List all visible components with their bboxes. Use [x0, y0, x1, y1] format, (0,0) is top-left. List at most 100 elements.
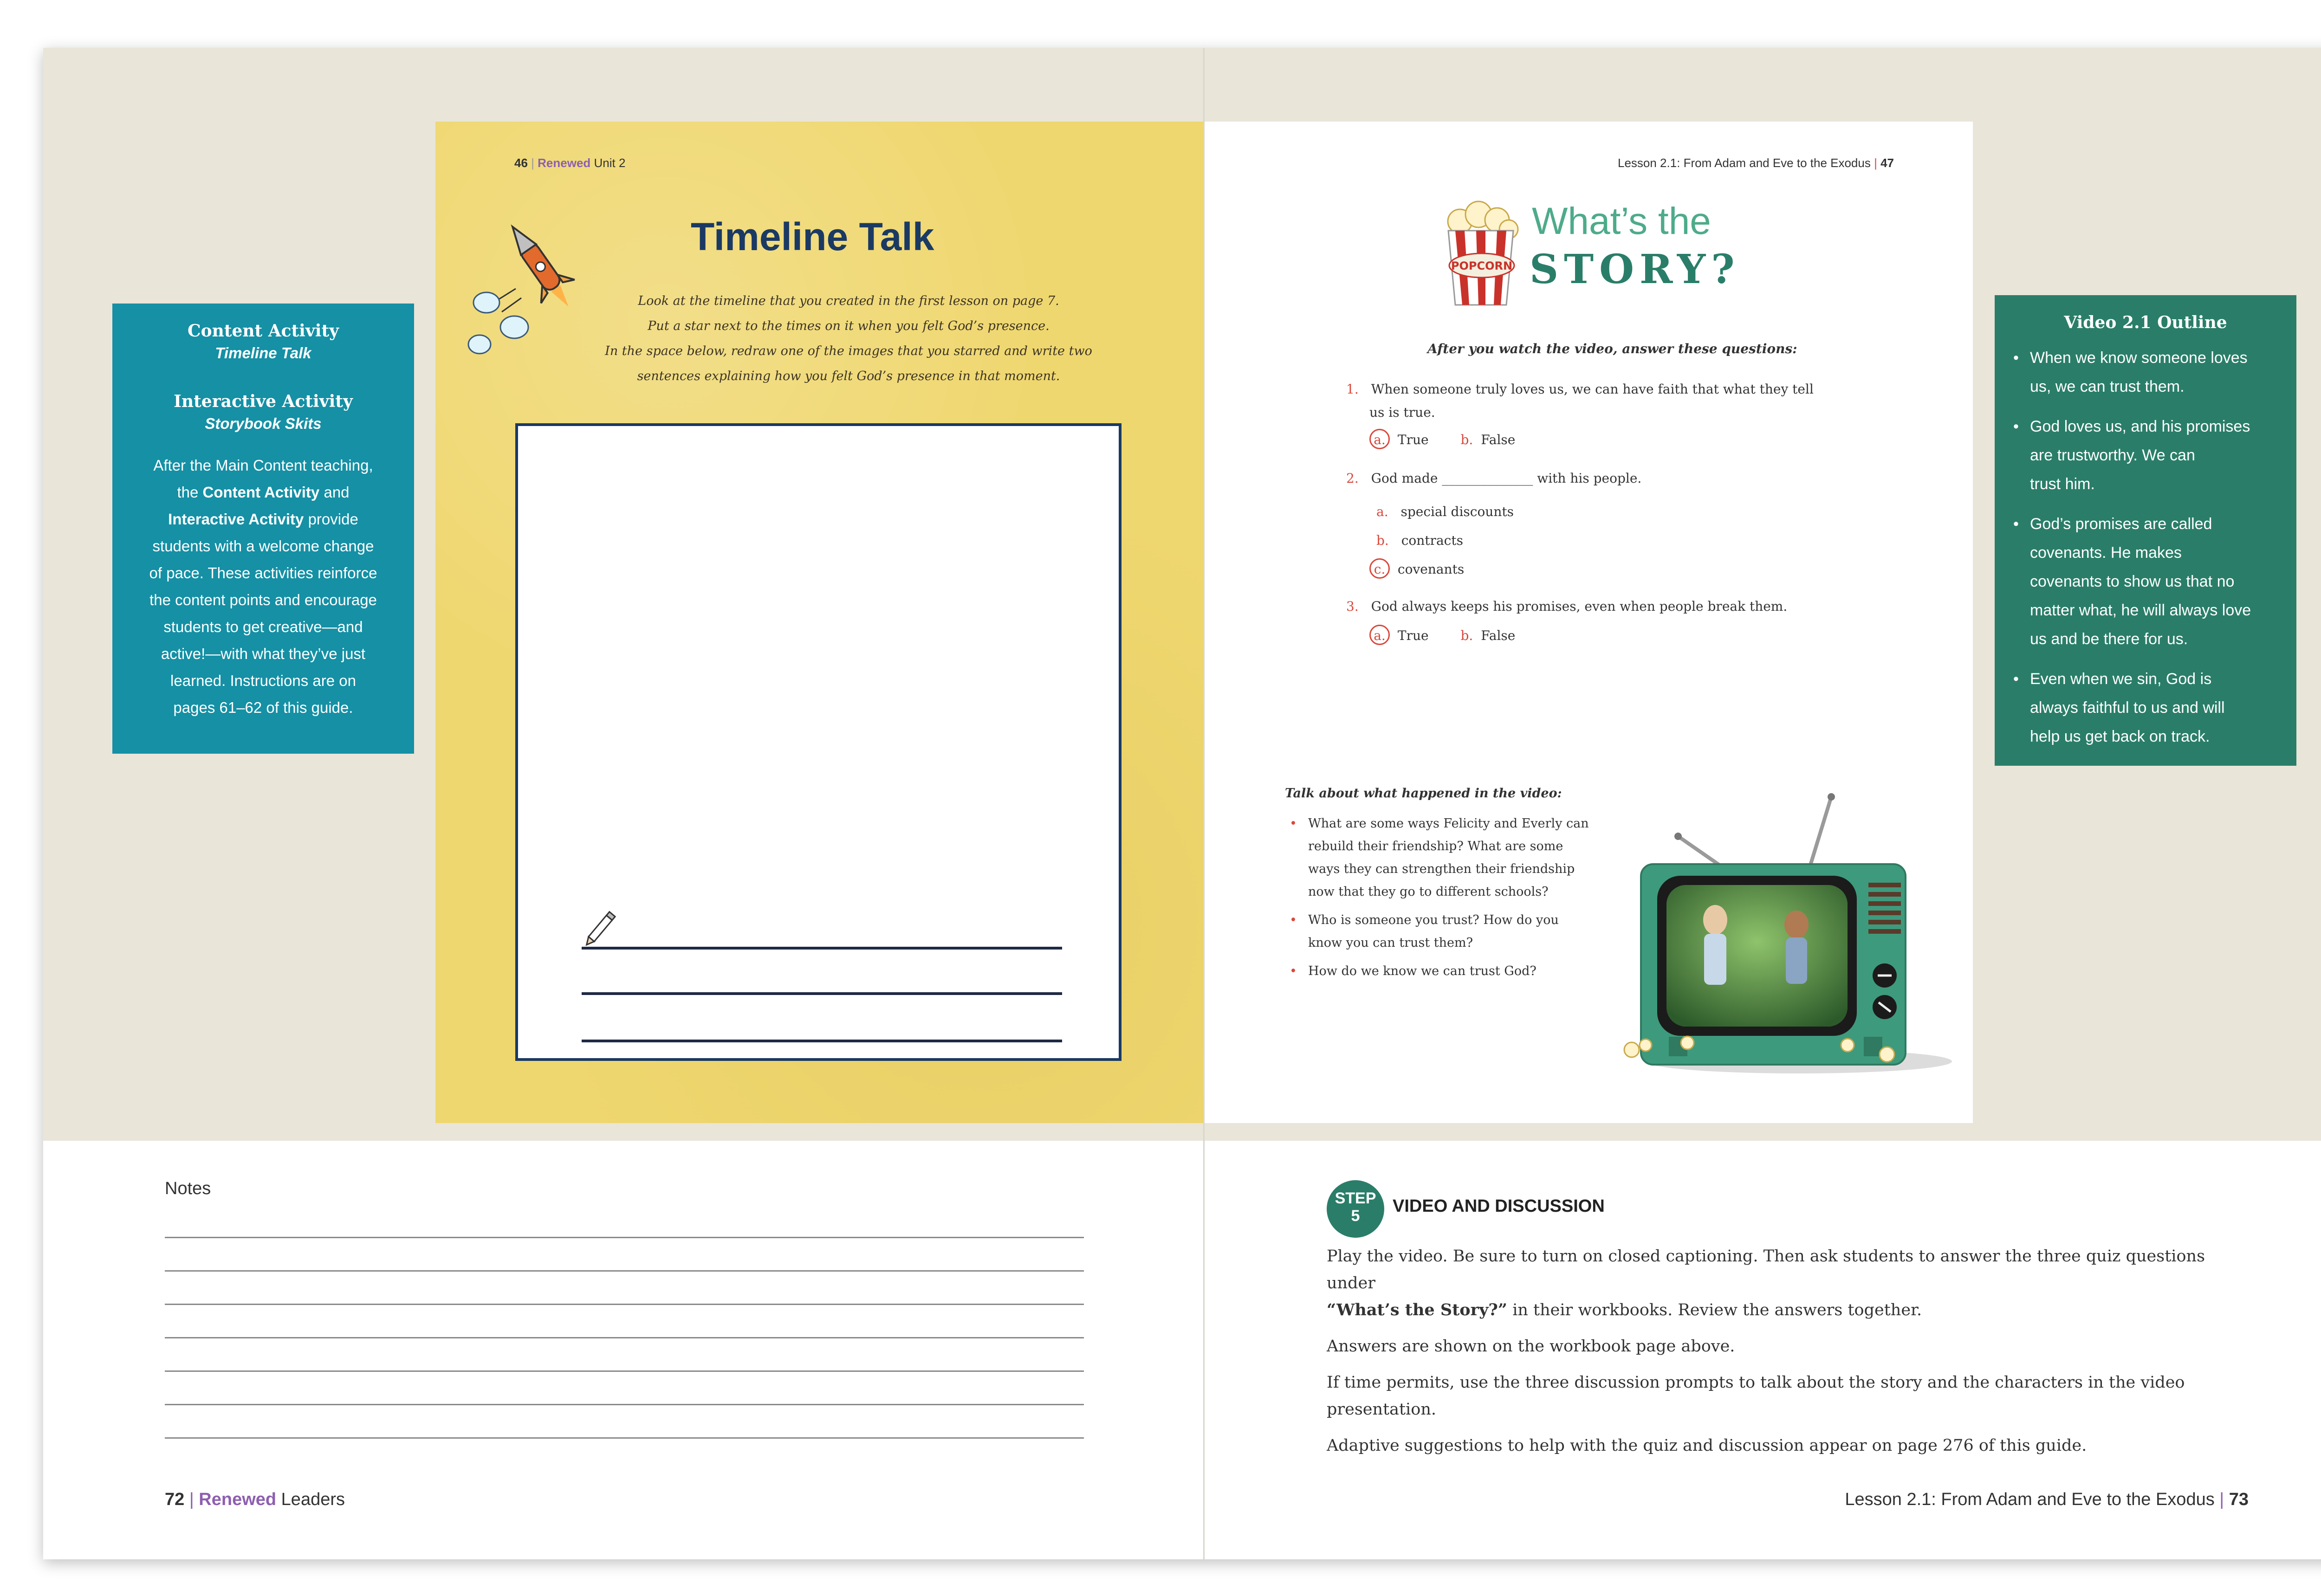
- body-line: students with a welcome change: [152, 537, 374, 555]
- question-text: When someone truly loves us, we can have…: [1371, 381, 1814, 397]
- workbook-page-46: 46 | Renewed Unit 2 Timeline Talk Look a…: [435, 122, 1203, 1123]
- option-label: False: [1481, 432, 1516, 447]
- notes-label: Notes: [165, 1179, 211, 1198]
- answer-circle[interactable]: a.: [1369, 429, 1390, 449]
- option-letter[interactable]: b.: [1460, 628, 1473, 643]
- outline-line: covenants to show us that no: [2030, 573, 2235, 590]
- outline-line: matter what, he will always love: [2030, 601, 2251, 619]
- step-paragraph: Answers are shown on the workbook page a…: [1327, 1337, 1735, 1356]
- footer-brand: Renewed: [199, 1490, 277, 1509]
- workbook-page-47: Lesson 2.1: From Adam and Eve to the Exo…: [1205, 122, 1973, 1123]
- notes-line[interactable]: [165, 1337, 1084, 1338]
- story-reference: “What’s the Story?”: [1327, 1300, 1508, 1319]
- footer-lesson: Lesson 2.1: From Adam and Eve to the Exo…: [1845, 1490, 2215, 1509]
- option-row[interactable]: c. covenants: [1369, 555, 1514, 584]
- option-label: True: [1397, 432, 1429, 447]
- answer-blank[interactable]: ______________: [1442, 471, 1533, 486]
- workbook-brand: Renewed: [538, 156, 591, 170]
- body-line: learned. Instructions are on: [170, 672, 356, 689]
- writing-line[interactable]: [582, 947, 1062, 950]
- notes-line[interactable]: [165, 1404, 1084, 1405]
- question-number: 3.: [1346, 599, 1359, 614]
- footer-page-number: 72: [165, 1490, 185, 1509]
- content-box-body: After the Main Content teaching, the Con…: [112, 452, 414, 721]
- interactive-activity-heading: Interactive Activity: [174, 392, 353, 411]
- talk-line: rebuild their friendship? What are some: [1308, 839, 1563, 853]
- outline-line: us, we can trust them.: [2030, 378, 2185, 395]
- outline-line: Even when we sin, God is: [2030, 670, 2212, 688]
- quiz-question-3: 3. God always keeps his promises, even w…: [1346, 599, 1787, 614]
- workbook-page-number-right: 47: [1880, 156, 1894, 170]
- step-paragraph: If time permits, use the three discussio…: [1327, 1373, 2185, 1419]
- option-label: True: [1397, 628, 1429, 643]
- quiz-question-1: 1. When someone truly loves us, we can h…: [1346, 378, 1814, 424]
- body-line: pages 61–62 of this guide.: [173, 699, 353, 716]
- step-paragraph: Adaptive suggestions to help with the qu…: [1327, 1436, 2087, 1455]
- question-number: 1.: [1346, 381, 1359, 397]
- footer-right: Lesson 2.1: From Adam and Eve to the Exo…: [1845, 1490, 2249, 1509]
- pencil-icon: [585, 911, 616, 946]
- notes-line[interactable]: [165, 1437, 1084, 1439]
- workbook-running-head: Lesson 2.1: From Adam and Eve to the Exo…: [1617, 156, 1894, 170]
- step-paragraph: Play the video. Be sure to turn on close…: [1327, 1247, 2205, 1292]
- drawing-box[interactable]: [515, 423, 1122, 1061]
- footer-left: 72 | Renewed Leaders: [165, 1490, 345, 1509]
- option-letter: a.: [1376, 504, 1388, 519]
- notes-line[interactable]: [165, 1304, 1084, 1305]
- talk-line: Who is someone you trust? How do you: [1308, 913, 1559, 927]
- answer-circle[interactable]: a.: [1369, 625, 1390, 645]
- option-letter: b.: [1376, 533, 1389, 548]
- talk-line: ways they can strengthen their friendshi…: [1308, 862, 1575, 876]
- story-title: STORY?: [1530, 246, 1740, 293]
- step-word: STEP: [1335, 1189, 1376, 1207]
- talk-item: • How do we know we can trust God?: [1285, 960, 1619, 982]
- notes-line[interactable]: [165, 1237, 1084, 1238]
- talk-line: now that they go to different schools?: [1308, 885, 1549, 899]
- body-line: Interactive Activity provide: [168, 510, 358, 528]
- outline-line: help us get back on track.: [2030, 728, 2210, 745]
- option-row[interactable]: a. special discounts: [1376, 498, 1514, 526]
- option-label: False: [1481, 628, 1516, 643]
- option-label: contracts: [1401, 533, 1463, 548]
- instruction-line: sentences explaining how you felt God’s …: [637, 369, 1060, 383]
- workbook-page-number: 46: [514, 156, 528, 170]
- outline-line: God loves us, and his promises: [2030, 418, 2250, 435]
- outline-line: us and be there for us.: [2030, 630, 2188, 648]
- option-label: covenants: [1397, 562, 1465, 577]
- outline-line: When we know someone loves: [2030, 349, 2248, 367]
- notes-line[interactable]: [165, 1270, 1084, 1272]
- instruction-line: Put a star next to the times on it when …: [648, 319, 1050, 333]
- question-2-options: a. special discounts b. contracts c. cov…: [1369, 498, 1514, 584]
- question-3-options: a. True b. False: [1369, 625, 1515, 645]
- content-activity-heading: Content Activity: [187, 321, 339, 341]
- outline-line: God’s promises are called: [2030, 515, 2212, 533]
- talk-list: • What are some ways Felicity and Everly…: [1285, 812, 1619, 982]
- talk-heading: Talk about what happened in the video:: [1285, 786, 1562, 801]
- question-text: God always keeps his promises, even when…: [1371, 599, 1788, 614]
- writing-line[interactable]: [582, 1040, 1062, 1042]
- popcorn-icon: POPCORN: [1447, 200, 1519, 306]
- timeline-instructions: Look at the timeline that you created in…: [551, 289, 1146, 389]
- step-paragraph-cont: “What’s the Story?” in their workbooks. …: [1327, 1300, 1922, 1319]
- step-badge: STEP 5: [1327, 1180, 1384, 1238]
- timeline-talk-title: Timeline Talk: [691, 215, 934, 258]
- option-letter[interactable]: b.: [1460, 432, 1473, 447]
- whats-the-title: What’s the: [1532, 200, 1711, 242]
- body-line: the content points and encourage: [149, 591, 377, 608]
- step-body: Play the video. Be sure to turn on close…: [1327, 1243, 2255, 1459]
- body-line: active!—with what they’ve just: [161, 645, 366, 662]
- question-text: with his people.: [1537, 471, 1642, 486]
- question-text: us is true.: [1369, 405, 1435, 420]
- outline-item: • When we know someone loves us, we can …: [2013, 343, 2282, 401]
- outline-line: always faithful to us and will: [2030, 699, 2225, 717]
- quiz-question-2: 2. God made ______________ with his peop…: [1346, 471, 1641, 486]
- option-row[interactable]: b. contracts: [1376, 526, 1514, 555]
- body-line: of pace. These activities reinforce: [149, 564, 377, 582]
- outline-item: • God loves us, and his promises are tru…: [2013, 412, 2282, 498]
- quiz-intro: After you watch the video, answer these …: [1427, 341, 1797, 356]
- content-activity-sub: Timeline Talk: [215, 344, 311, 362]
- popcorn-label: POPCORN: [1451, 259, 1512, 272]
- instruction-line: In the space below, redraw one of the im…: [605, 344, 1092, 358]
- writing-line[interactable]: [582, 992, 1062, 995]
- notes-line[interactable]: [165, 1370, 1084, 1372]
